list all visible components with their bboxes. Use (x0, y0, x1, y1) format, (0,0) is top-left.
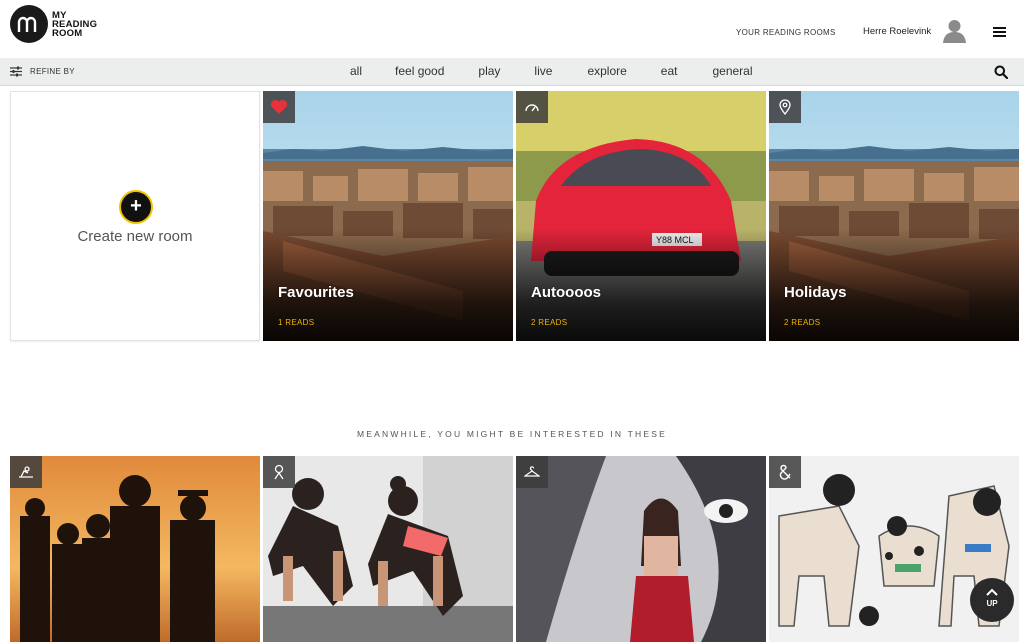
create-new-room-card[interactable]: + Create new room (10, 91, 260, 341)
avatar[interactable] (942, 17, 967, 43)
refine-by-label: REFINE BY (30, 67, 75, 76)
suggestion-image (10, 456, 260, 642)
room-title: Favourites (278, 284, 354, 301)
ampersand-icon[interactable] (769, 456, 801, 488)
hanger-icon[interactable] (516, 456, 548, 488)
plus-icon: + (119, 190, 153, 224)
hamburger-menu-icon[interactable] (993, 27, 1006, 37)
scroll-up-button[interactable]: UP (970, 578, 1014, 622)
filter-bar: REFINE BY all feel good play live explor… (0, 58, 1024, 86)
category-play[interactable]: play (478, 64, 500, 78)
category-live[interactable]: live (534, 64, 552, 78)
category-all[interactable]: all (350, 64, 362, 78)
search-icon[interactable] (994, 65, 1008, 79)
user-name[interactable]: Herre Roelevink (863, 26, 931, 37)
category-filter: all feel good play live explore eat gene… (350, 64, 782, 78)
category-explore[interactable]: explore (587, 64, 626, 78)
suggestion-image (516, 456, 766, 642)
suggestions-title: MEANWHILE, YOU MIGHT BE INTERESTED IN TH… (357, 429, 667, 439)
suggestion-card[interactable] (10, 456, 260, 642)
suggestion-card[interactable] (263, 456, 513, 642)
room-card-holidays[interactable]: Holidays 2 READS (769, 91, 1019, 341)
room-card-autoooos[interactable]: Y88 MCL Autoooos 2 READS (516, 91, 766, 341)
room-reads: 2 READS (531, 318, 568, 327)
category-eat[interactable]: eat (661, 64, 678, 78)
chevron-up-icon (986, 588, 998, 596)
room-title: Autoooos (531, 284, 601, 301)
suggestion-image (263, 456, 513, 642)
logo-icon (10, 5, 48, 43)
map-pin-icon[interactable] (769, 91, 801, 123)
logo-text: MY READING ROOM (52, 9, 98, 39)
header: MY READING ROOM YOUR READING ROOMS Herre… (0, 0, 1024, 58)
category-general[interactable]: general (712, 64, 752, 78)
scroll-up-label: UP (986, 599, 998, 608)
create-new-room-label: Create new room (77, 228, 193, 245)
logo[interactable]: MY READING ROOM (10, 5, 97, 43)
fitness-icon[interactable] (263, 456, 295, 488)
heart-icon[interactable] (263, 91, 295, 123)
room-title: Holidays (784, 284, 847, 301)
refine-by-button[interactable]: REFINE BY (10, 66, 75, 77)
room-reads: 1 READS (278, 318, 315, 327)
category-feel-good[interactable]: feel good (395, 64, 444, 78)
your-reading-rooms-link[interactable]: YOUR READING ROOMS (736, 28, 836, 37)
sliders-icon (10, 66, 22, 77)
room-card-favourites[interactable]: Favourites 1 READS (263, 91, 513, 341)
speedometer-icon[interactable] (516, 91, 548, 123)
relax-icon[interactable] (10, 456, 42, 488)
suggestion-card[interactable] (516, 456, 766, 642)
room-reads: 2 READS (784, 318, 821, 327)
